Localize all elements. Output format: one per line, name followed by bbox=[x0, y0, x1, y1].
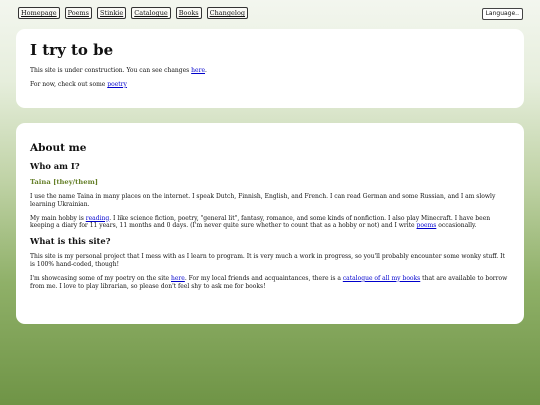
nav-stinkie[interactable]: Stinkie bbox=[97, 7, 127, 19]
poems-link[interactable]: poems bbox=[417, 222, 437, 229]
nav-catalogue[interactable]: Catalogue bbox=[131, 7, 171, 19]
nav-poems[interactable]: Poems bbox=[64, 7, 93, 19]
poetry-text: For now, check out some bbox=[30, 80, 108, 88]
poetry-notice: For now, check out some poetry bbox=[30, 81, 510, 89]
changes-link[interactable]: here bbox=[191, 67, 205, 74]
poetry-here-link[interactable]: here bbox=[171, 275, 185, 282]
hobby-text-a: My main hobby is bbox=[30, 214, 86, 222]
nav-homepage[interactable]: Homepage bbox=[18, 7, 60, 19]
nav-books[interactable]: Books bbox=[175, 7, 202, 19]
showcase-text-b: . For my local friends and acquaintances… bbox=[184, 274, 343, 282]
intro-card: I try to be This site is under construct… bbox=[16, 29, 524, 108]
about-title: About me bbox=[30, 142, 87, 154]
about-card: About me Who am I? Taina [they/them] I u… bbox=[16, 123, 524, 324]
construction-end: . bbox=[205, 67, 207, 74]
construction-notice: This site is under construction. You can… bbox=[30, 67, 510, 75]
catalogue-link[interactable]: catalogue of all my books bbox=[343, 275, 420, 282]
site-heading: What is this site? bbox=[30, 236, 111, 247]
language-select[interactable]: Language.. bbox=[481, 8, 523, 20]
who-heading: Who am I? bbox=[30, 161, 80, 171]
name-line: Taina [they/them] bbox=[30, 178, 98, 186]
nav-changelog[interactable]: Changelog bbox=[206, 7, 249, 19]
reading-link[interactable]: reading bbox=[86, 215, 109, 222]
construction-text: This site is under construction. You can… bbox=[30, 67, 192, 74]
poetry-link[interactable]: poetry bbox=[107, 81, 127, 88]
page-title: I try to be bbox=[30, 41, 114, 59]
showcase-paragraph: I'm showcasing some of my poetry on the … bbox=[30, 275, 510, 291]
hobby-text-c: occasionally. bbox=[436, 222, 477, 230]
top-nav: Homepage Poems Stinkie Catalogue Books C… bbox=[18, 7, 249, 19]
project-paragraph: This site is my personal project that I … bbox=[30, 253, 505, 268]
showcase-text-a: I'm showcasing some of my poetry on the … bbox=[30, 274, 171, 282]
languages-paragraph: I use the name Taina in many places on t… bbox=[30, 193, 496, 208]
hobby-paragraph: My main hobby is reading. I like science… bbox=[30, 215, 510, 231]
